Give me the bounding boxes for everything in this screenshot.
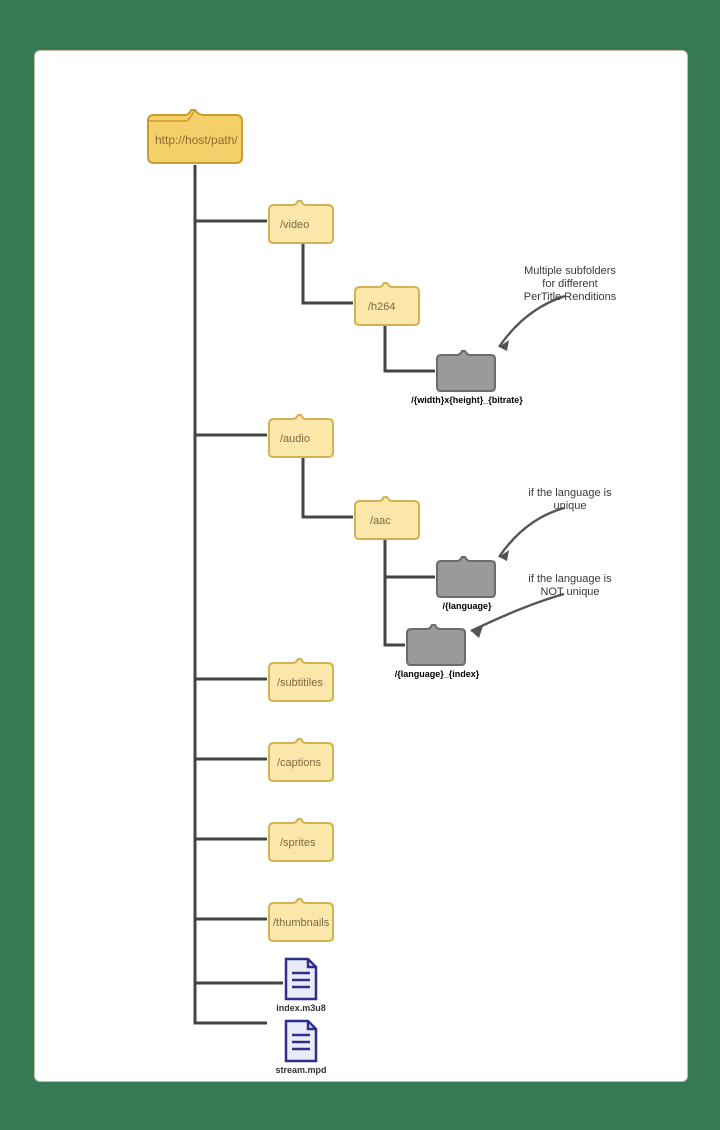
folder-video-rendition-label: /{width}x{height}_{bitrate}: [397, 395, 537, 405]
folder-thumbnails-label: /thumbnails: [273, 917, 329, 929]
file-stream-mpd: [283, 1019, 319, 1063]
folder-video-label: /video: [280, 219, 309, 231]
note-pertitle: Multiple subfolders for different PerTit…: [495, 265, 645, 304]
note-lang-unique: if the language is unique: [495, 487, 645, 513]
folder-subtitles-label: /subtitiles: [277, 677, 323, 689]
note-pertitle-l3: PerTitle Renditions: [524, 291, 617, 303]
folder-video-rendition: [435, 349, 497, 393]
folder-sprites-label: /sprites: [280, 837, 315, 849]
connectors: [35, 51, 687, 1081]
diagram-card: http://host/path/ /video /h264 /{width}x…: [34, 50, 688, 1082]
note-lang-unique-l1: if the language is: [528, 487, 611, 499]
folder-audio-language-index: [405, 623, 467, 667]
folder-audio-language: [435, 555, 497, 599]
file-index-label: index.m3u8: [261, 1003, 341, 1013]
note-lang-not-unique: if the language is NOT unique: [495, 573, 645, 599]
diagram-stage: http://host/path/ /video /h264 /{width}x…: [35, 51, 687, 1081]
note-lang-unique-l2: unique: [553, 500, 586, 512]
note-pertitle-l1: Multiple subfolders: [524, 265, 616, 277]
folder-aac-label: /aac: [370, 515, 391, 527]
folder-captions-label: /captions: [277, 757, 321, 769]
file-stream-label: stream.mpd: [261, 1065, 341, 1075]
folder-audio-language-index-label: /{language}_{index}: [367, 669, 507, 679]
note-lang-not-unique-l2: NOT unique: [540, 586, 599, 598]
folder-h264-label: /h264: [368, 301, 396, 313]
page: http://host/path/ /video /h264 /{width}x…: [0, 0, 720, 1130]
file-index-m3u8: [283, 957, 319, 1001]
folder-audio-language-label: /{language}: [397, 601, 537, 611]
folder-audio-label: /audio: [280, 433, 310, 445]
note-lang-not-unique-l1: if the language is: [528, 573, 611, 585]
note-pertitle-l2: for different: [542, 278, 597, 290]
folder-root-label: http://host/path/: [155, 133, 238, 147]
